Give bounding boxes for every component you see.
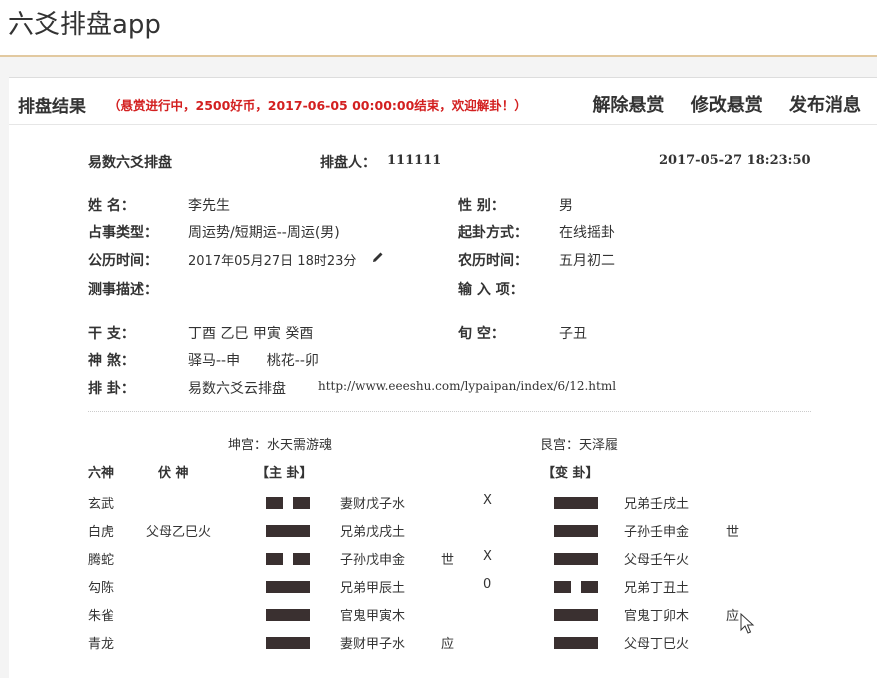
change-yao-name: 兄弟壬戌土 bbox=[624, 497, 690, 512]
xunkong-label: 旬 空： bbox=[458, 326, 505, 342]
gender-label: 性 别： bbox=[458, 198, 505, 214]
name-value: 李先生 bbox=[188, 198, 230, 214]
author-label: 排盘人： bbox=[320, 155, 376, 171]
change-yao-name: 父母丁巳火 bbox=[624, 637, 690, 652]
method-label: 起卦方式： bbox=[458, 225, 528, 241]
liushen-cell: 朱雀 bbox=[88, 609, 115, 624]
solar-value: 2017年05月27日 18时23分 bbox=[188, 254, 357, 269]
change-yao-line bbox=[554, 609, 598, 621]
col-main-gua: 【主 卦】 bbox=[256, 466, 313, 481]
change-yao-line bbox=[554, 553, 598, 565]
main-yao-line bbox=[266, 581, 310, 593]
main-palace: 坤宫：水天需游魂 bbox=[228, 438, 333, 453]
shensha-label: 神 煞： bbox=[88, 353, 135, 369]
fushen-cell: 父母乙巳火 bbox=[146, 525, 212, 540]
shensha-value: 驿马--申 桃花--卯 bbox=[188, 353, 319, 369]
col-liushen: 六神 bbox=[88, 466, 115, 481]
change-yao-line bbox=[554, 525, 598, 537]
change-yao-line bbox=[554, 637, 598, 649]
result-panel: 排盘结果 （悬赏进行中，2500好币，2017-06-05 00:00:00结束… bbox=[9, 77, 877, 678]
change-yao-name: 父母壬午火 bbox=[624, 553, 690, 568]
post-message-button[interactable]: 发布消息 bbox=[789, 95, 861, 116]
panel-header: 排盘结果 （悬赏进行中，2500好币，2017-06-05 00:00:00结束… bbox=[9, 78, 877, 125]
app-title: 六爻排盘app bbox=[8, 10, 161, 40]
change-yao-name: 官鬼丁卯木 bbox=[624, 609, 690, 624]
moving-line-mark: 0 bbox=[483, 577, 492, 592]
change-yao-name: 兄弟丁丑土 bbox=[624, 581, 690, 596]
desc-label: 测事描述： bbox=[88, 282, 158, 298]
main-yao-line bbox=[266, 525, 310, 537]
cancel-bounty-button[interactable]: 解除悬赏 bbox=[592, 95, 664, 116]
main-yao-name: 妻财甲子水 bbox=[340, 637, 406, 652]
bounty-notice: （悬赏进行中，2500好币，2017-06-05 00:00:00结束，欢迎解卦… bbox=[108, 98, 527, 113]
input-label: 输 入 项： bbox=[458, 282, 524, 298]
top-bar: 六爻排盘app bbox=[0, 0, 877, 57]
liushen-cell: 腾蛇 bbox=[88, 553, 115, 568]
gender-value: 男 bbox=[559, 198, 573, 214]
edit-pencil-icon[interactable] bbox=[371, 250, 385, 264]
lunar-label: 农历时间： bbox=[458, 253, 528, 269]
mouse-cursor-icon bbox=[740, 613, 755, 634]
main-yao-name: 兄弟戊戌土 bbox=[340, 525, 406, 540]
paigua-value: 易数六爻云排盘 bbox=[188, 381, 286, 397]
type-label: 占事类型： bbox=[88, 225, 158, 241]
xunkong-value: 子丑 bbox=[559, 326, 587, 342]
main-yao-name: 兄弟甲辰土 bbox=[340, 581, 406, 596]
moving-line-mark: X bbox=[483, 549, 492, 564]
main-yao-name: 官鬼甲寅木 bbox=[340, 609, 406, 624]
solar-label: 公历时间： bbox=[88, 253, 158, 269]
divider bbox=[88, 411, 811, 412]
col-change-gua: 【变 卦】 bbox=[542, 466, 599, 481]
change-shiying-mark: 应 bbox=[726, 609, 740, 624]
col-fushen: 伏 神 bbox=[158, 466, 189, 481]
app-name: 易数六爻排盘 bbox=[88, 155, 172, 171]
change-shiying-mark: 世 bbox=[726, 525, 740, 540]
main-yao-line bbox=[266, 609, 310, 621]
moving-line-mark: X bbox=[483, 493, 492, 508]
change-yao-line bbox=[554, 581, 598, 593]
liushen-cell: 白虎 bbox=[88, 525, 115, 540]
paigua-label: 排 卦： bbox=[88, 381, 135, 397]
method-value: 在线摇卦 bbox=[559, 225, 615, 241]
change-yao-name: 子孙壬申金 bbox=[624, 525, 690, 540]
liushen-cell: 玄武 bbox=[88, 497, 115, 512]
main-yao-line bbox=[266, 553, 310, 565]
change-palace: 艮宫：天泽履 bbox=[540, 438, 619, 453]
main-yao-line bbox=[266, 497, 310, 509]
paigua-url-link[interactable]: http://www.eeeshu.com/lypaipan/index/6/1… bbox=[318, 379, 616, 393]
ganzhi-label: 干 支： bbox=[88, 326, 135, 342]
main-yao-name: 妻财戊子水 bbox=[340, 497, 406, 512]
liushen-cell: 勾陈 bbox=[88, 581, 115, 596]
type-value: 周运势/短期运--周运(男) bbox=[188, 225, 340, 241]
panel-title: 排盘结果 bbox=[18, 97, 86, 117]
name-label: 姓 名： bbox=[88, 198, 135, 214]
main-yao-line bbox=[266, 637, 310, 649]
edit-bounty-button[interactable]: 修改悬赏 bbox=[691, 95, 763, 116]
main-shiying-mark: 世 bbox=[441, 553, 455, 568]
ganzhi-value: 丁酉 乙巳 甲寅 癸酉 bbox=[188, 326, 314, 342]
main-shiying-mark: 应 bbox=[441, 637, 455, 652]
change-yao-line bbox=[554, 497, 598, 509]
timestamp: 2017-05-27 18:23:50 bbox=[659, 153, 811, 168]
action-bar: 解除悬赏 修改悬赏 发布消息 bbox=[572, 91, 861, 117]
liushen-cell: 青龙 bbox=[88, 637, 115, 652]
author-value: 111111 bbox=[387, 153, 442, 168]
main-yao-name: 子孙戊申金 bbox=[340, 553, 406, 568]
lunar-value: 五月初二 bbox=[559, 253, 615, 269]
